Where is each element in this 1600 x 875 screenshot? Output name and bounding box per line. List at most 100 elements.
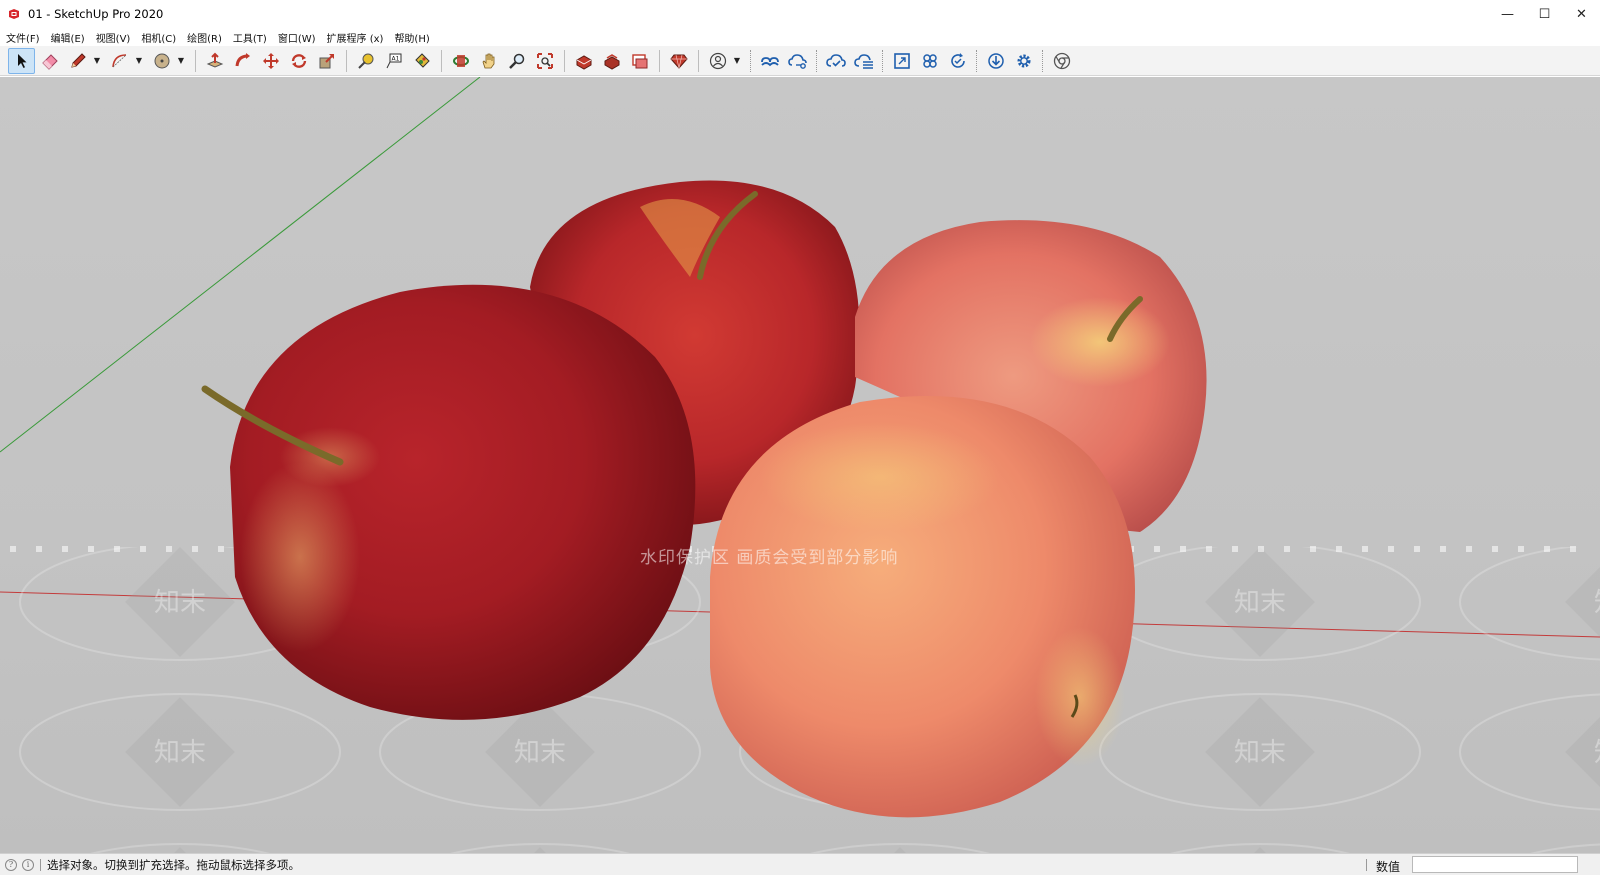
push-pull-icon — [206, 52, 223, 68]
menu-camera[interactable]: 相机(C) — [141, 30, 176, 45]
eraser-icon — [41, 53, 58, 70]
scale-tool-button[interactable] — [313, 48, 340, 74]
toolbar-grip[interactable] — [750, 49, 753, 72]
arc-tool-button[interactable] — [106, 48, 133, 74]
arc-tool-dropdown[interactable]: ▼ — [134, 48, 144, 74]
caret-down-icon: ▼ — [177, 56, 185, 65]
text-label-icon: A1 — [386, 53, 401, 68]
toolbar-separator — [564, 49, 565, 72]
refresh-check-button[interactable] — [944, 48, 971, 74]
window-title: 01 - SketchUp Pro 2020 — [28, 7, 164, 21]
cloud-check-icon — [825, 53, 846, 67]
status-message: 选择对象。切换到扩充选择。拖动鼠标选择多项。 — [47, 857, 300, 872]
zoom-tool-button[interactable] — [503, 48, 530, 74]
sketchup-logo-icon — [7, 7, 21, 21]
menu-extensions[interactable]: 扩展程序 (x) — [327, 30, 384, 45]
extension-warehouse-button[interactable] — [598, 48, 625, 74]
download-circle-icon — [987, 52, 1004, 69]
model-viewport[interactable]: 知末 — [0, 77, 1600, 853]
toolbar-grip[interactable] — [816, 49, 819, 72]
rotate-tool-button[interactable] — [285, 48, 312, 74]
toolbar: ▼ ▼ ▼ A1 ▼ — [0, 46, 1600, 76]
caret-down-icon: ▼ — [135, 56, 143, 65]
chrome-browser-icon — [1053, 52, 1070, 69]
components-button[interactable] — [916, 48, 943, 74]
orbit-tool-button[interactable] — [447, 48, 474, 74]
apple-peach-front[interactable] — [710, 396, 1135, 818]
measurements-input[interactable] — [1412, 856, 1578, 873]
ruby-console-button[interactable] — [665, 48, 692, 74]
shape-tool-dropdown[interactable]: ▼ — [176, 48, 186, 74]
magnifier-icon — [508, 53, 524, 69]
layout-button[interactable] — [626, 48, 653, 74]
menu-tools[interactable]: 工具(T) — [233, 30, 267, 45]
move-arrows-icon — [262, 52, 279, 69]
text-tool-button[interactable]: A1 — [380, 48, 407, 74]
zoom-extents-button[interactable] — [531, 48, 558, 74]
minimize-button[interactable]: — — [1489, 0, 1526, 28]
toolbar-grip[interactable] — [976, 49, 979, 72]
line-tool-button[interactable] — [64, 48, 91, 74]
info-icon[interactable]: i — [22, 858, 34, 871]
settings-button[interactable] — [1010, 48, 1037, 74]
menu-window[interactable]: 窗口(W) — [278, 30, 316, 45]
line-tool-dropdown[interactable]: ▼ — [92, 48, 102, 74]
cloud-sync-button[interactable] — [756, 48, 783, 74]
geo-location-icon[interactable]: ? — [5, 858, 17, 871]
zoom-extents-icon — [536, 52, 553, 69]
tape-measure-icon — [357, 53, 373, 69]
menu-help[interactable]: 帮助(H) — [394, 30, 429, 45]
arrow-cursor-icon — [17, 53, 26, 68]
scale-icon — [319, 53, 334, 68]
measure-separator — [1366, 859, 1367, 871]
cloud-list-button[interactable] — [850, 48, 877, 74]
cloud-check-button[interactable] — [822, 48, 849, 74]
cloud-share-icon — [787, 53, 807, 69]
download-button[interactable] — [982, 48, 1009, 74]
3d-warehouse-button[interactable] — [570, 48, 597, 74]
layout-icon — [631, 53, 647, 68]
paint-bucket-icon — [414, 52, 430, 68]
circle-shape-icon — [154, 53, 169, 68]
pan-tool-button[interactable] — [475, 48, 502, 74]
gear-icon — [1017, 54, 1030, 67]
menu-view[interactable]: 视图(V) — [96, 30, 131, 45]
shape-tool-button[interactable] — [148, 48, 175, 74]
push-pull-tool-button[interactable] — [201, 48, 228, 74]
toolbar-grip[interactable] — [1042, 49, 1045, 72]
pencil-icon — [70, 52, 86, 68]
follow-me-tool-button[interactable] — [229, 48, 256, 74]
pan-hand-icon — [482, 53, 494, 68]
select-tool-button[interactable] — [8, 47, 35, 74]
menu-file[interactable]: 文件(F) — [6, 30, 40, 45]
account-button[interactable] — [704, 48, 731, 74]
rotate-icon — [291, 53, 306, 68]
toolbar-separator — [698, 49, 699, 72]
move-tool-button[interactable] — [257, 48, 284, 74]
warehouse-icon — [576, 54, 591, 70]
maximize-button[interactable]: ☐ — [1526, 0, 1563, 28]
ruby-gem-icon — [669, 54, 688, 69]
extension-warehouse-icon — [604, 53, 619, 70]
account-dropdown[interactable]: ▼ — [732, 48, 742, 74]
eraser-tool-button[interactable] — [36, 48, 63, 74]
frame-button[interactable] — [888, 48, 915, 74]
cloud-list-icon — [853, 53, 873, 69]
status-separator — [40, 858, 41, 871]
cloud-share-button[interactable] — [784, 48, 811, 74]
chrome-button[interactable] — [1048, 48, 1075, 74]
paint-bucket-tool-button[interactable] — [408, 48, 435, 74]
cloud-link-icon — [760, 56, 779, 66]
close-button[interactable]: ✕ — [1563, 0, 1600, 28]
toolbar-separator — [659, 49, 660, 72]
title-bar: 01 - SketchUp Pro 2020 — ☐ ✕ — [0, 0, 1600, 28]
refresh-check-icon — [950, 52, 965, 68]
menu-draw[interactable]: 绘图(R) — [187, 30, 222, 45]
toolbar-grip[interactable] — [882, 49, 885, 72]
follow-me-icon — [235, 52, 250, 66]
window-controls: — ☐ ✕ — [1489, 0, 1600, 28]
menu-edit[interactable]: 编辑(E) — [51, 30, 85, 45]
user-avatar-icon — [709, 52, 726, 69]
viewport-scene: 知末 — [0, 77, 1600, 853]
tape-measure-tool-button[interactable] — [352, 48, 379, 74]
